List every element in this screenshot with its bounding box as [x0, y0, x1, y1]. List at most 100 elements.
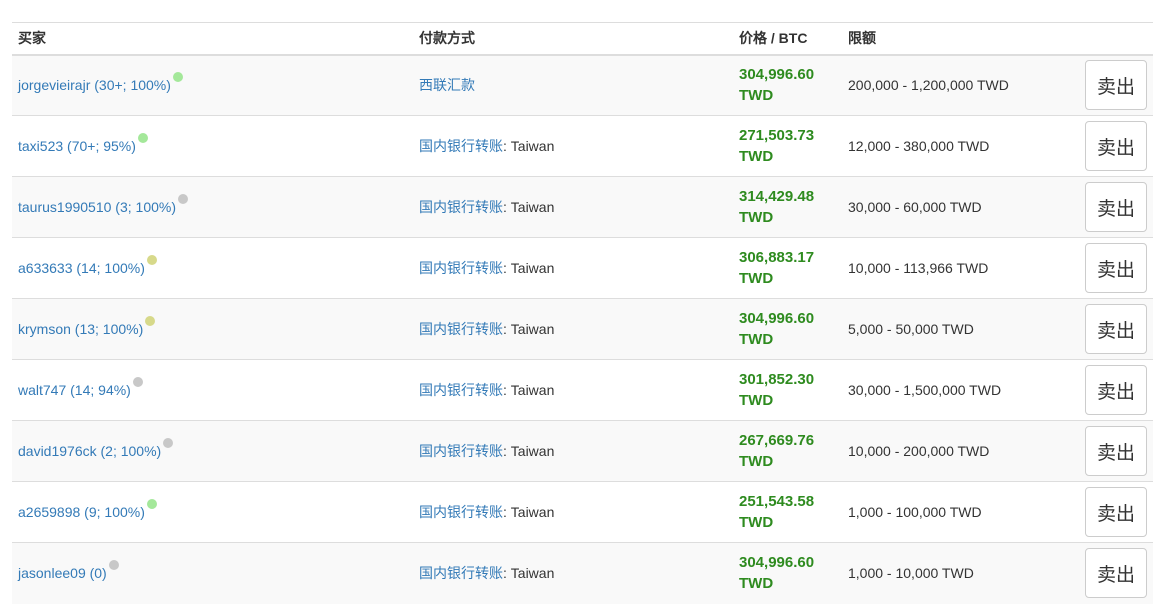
limit-range: 5,000 - 50,000 TWD [848, 321, 974, 337]
price-cell: 306,883.17 TWD [733, 238, 842, 299]
header-price: 价格 / BTC [733, 22, 842, 56]
buy-offers-table-wrap: 买家 付款方式 价格 / BTC 限额 jorgevieirajr (30+; … [12, 22, 1153, 604]
buyer-cell: david1976ck (2; 100%) [12, 421, 413, 482]
limit-range: 30,000 - 60,000 TWD [848, 199, 982, 215]
buyer-profile-link[interactable]: a2659898 (9; 100%) [18, 504, 145, 520]
header-buyer: 买家 [12, 22, 413, 56]
sell-button[interactable]: 卖出 [1085, 365, 1147, 415]
sell-button[interactable]: 卖出 [1085, 60, 1147, 111]
buyer-cell: a2659898 (9; 100%) [12, 482, 413, 543]
status-dot-icon [132, 377, 143, 387]
limit-range: 200,000 - 1,200,000 TWD [848, 77, 1009, 94]
status-dot-icon [146, 499, 157, 509]
price-cell: 304,996.60 TWD [733, 543, 842, 604]
sell-button[interactable]: 卖出 [1085, 304, 1147, 354]
buyer-profile-link[interactable]: jasonlee09 (0) [18, 565, 107, 581]
price-value: 251,543.58 TWD [739, 493, 815, 531]
buyer-profile-link[interactable]: walt747 (14; 94%) [18, 382, 131, 398]
action-cell: 卖出 [1067, 55, 1153, 116]
status-dot-icon [145, 316, 156, 326]
payment-method-link[interactable]: 国内银行转账 [419, 138, 503, 154]
status-dot-icon [163, 438, 174, 448]
table-row: taurus1990510 (3; 100%) 国内银行转账: Taiwan 3… [12, 176, 1153, 238]
table-row: jasonlee09 (0) 国内银行转账: Taiwan 304,996.60… [12, 542, 1153, 604]
limit-cell: 1,000 - 10,000 TWD [842, 543, 1067, 604]
limit-cell: 10,000 - 200,000 TWD [842, 421, 1067, 482]
payment-location: : Taiwan [503, 504, 555, 520]
limit-range: 10,000 - 200,000 TWD [848, 443, 990, 459]
action-cell: 卖出 [1067, 177, 1153, 238]
payment-location: : Taiwan [503, 443, 555, 459]
table-row: krymson (13; 100%) 国内银行转账: Taiwan 304,99… [12, 298, 1153, 360]
buyer-profile-link[interactable]: david1976ck (2; 100%) [18, 443, 161, 459]
action-cell: 卖出 [1067, 360, 1153, 421]
price-cell: 314,429.48 TWD [733, 177, 842, 238]
buyer-profile-link[interactable]: jorgevieirajr (30+; 100%) [18, 77, 171, 93]
table-row: taxi523 (70+; 95%) 国内银行转账: Taiwan 271,50… [12, 115, 1153, 177]
buyer-cell: taurus1990510 (3; 100%) [12, 177, 413, 238]
price-value: 304,996.60 TWD [739, 554, 815, 593]
payment-method-link[interactable]: 国内银行转账 [419, 321, 503, 337]
payment-location: : Taiwan [503, 260, 555, 276]
payment-cell: 国内银行转账: Taiwan [413, 482, 733, 543]
status-dot-icon [137, 133, 148, 143]
price-cell: 267,669.76 TWD [733, 421, 842, 482]
limit-cell: 10,000 - 113,966 TWD [842, 238, 1067, 299]
table-row: a633633 (14; 100%) 国内银行转账: Taiwan 306,88… [12, 237, 1153, 299]
header-action [1067, 22, 1153, 56]
payment-location: : Taiwan [503, 321, 555, 337]
buyer-cell: jorgevieirajr (30+; 100%) [12, 55, 413, 116]
price-value: 314,429.48 TWD [739, 188, 815, 226]
sell-button[interactable]: 卖出 [1085, 182, 1147, 232]
payment-method-link[interactable]: 国内银行转账 [419, 382, 503, 398]
sell-button[interactable]: 卖出 [1085, 487, 1147, 537]
sell-button[interactable]: 卖出 [1085, 426, 1147, 476]
payment-method-link[interactable]: 国内银行转账 [419, 565, 503, 581]
action-cell: 卖出 [1067, 238, 1153, 299]
limit-cell: 1,000 - 100,000 TWD [842, 482, 1067, 543]
status-dot-icon [146, 255, 157, 265]
payment-location: : Taiwan [503, 382, 555, 398]
action-cell: 卖出 [1067, 543, 1153, 604]
buyer-cell: taxi523 (70+; 95%) [12, 116, 413, 177]
payment-cell: 国内银行转账: Taiwan [413, 177, 733, 238]
payment-cell: 国内银行转账: Taiwan [413, 238, 733, 299]
price-cell: 301,852.30 TWD [733, 360, 842, 421]
limit-cell: 5,000 - 50,000 TWD [842, 299, 1067, 360]
payment-cell: 国内银行转账: Taiwan [413, 116, 733, 177]
payment-cell: 西联汇款 [413, 55, 733, 116]
status-dot-icon [178, 194, 188, 204]
payment-location: : Taiwan [503, 138, 555, 154]
price-cell: 271,503.73 TWD [733, 116, 842, 177]
buyer-cell: jasonlee09 (0) [12, 543, 413, 604]
payment-cell: 国内银行转账: Taiwan [413, 299, 733, 360]
sell-button[interactable]: 卖出 [1085, 121, 1147, 171]
price-value: 271,503.73 TWD [739, 127, 815, 165]
table-body: jorgevieirajr (30+; 100%) 西联汇款 304,996.6… [12, 54, 1153, 604]
buyer-cell: walt747 (14; 94%) [12, 360, 413, 421]
buyer-profile-link[interactable]: krymson (13; 100%) [18, 321, 143, 337]
action-cell: 卖出 [1067, 421, 1153, 482]
payment-method-link[interactable]: 国内银行转账 [419, 504, 503, 520]
payment-method-link[interactable]: 国内银行转账 [419, 260, 503, 276]
price-cell: 304,996.60 TWD [733, 55, 842, 116]
buy-offers-table: 买家 付款方式 价格 / BTC 限额 jorgevieirajr (30+; … [12, 22, 1153, 604]
payment-method-link[interactable]: 国内银行转账 [419, 199, 503, 215]
payment-location: : Taiwan [503, 565, 555, 582]
status-dot-icon [108, 560, 119, 571]
payment-method-link[interactable]: 国内银行转账 [419, 443, 503, 459]
sell-button[interactable]: 卖出 [1085, 548, 1147, 599]
header-payment-method: 付款方式 [413, 22, 733, 56]
limit-cell: 30,000 - 60,000 TWD [842, 177, 1067, 238]
buyer-profile-link[interactable]: taurus1990510 (3; 100%) [18, 199, 176, 215]
sell-button[interactable]: 卖出 [1085, 243, 1147, 293]
limit-cell: 30,000 - 1,500,000 TWD [842, 360, 1067, 421]
price-cell: 304,996.60 TWD [733, 299, 842, 360]
payment-location: : Taiwan [503, 199, 555, 215]
payment-method-link[interactable]: 西联汇款 [419, 77, 475, 93]
limit-range: 12,000 - 380,000 TWD [848, 138, 990, 154]
limit-range: 10,000 - 113,966 TWD [848, 260, 989, 276]
buyer-profile-link[interactable]: taxi523 (70+; 95%) [18, 138, 136, 154]
buyer-profile-link[interactable]: a633633 (14; 100%) [18, 260, 145, 276]
limit-range: 1,000 - 100,000 TWD [848, 504, 982, 520]
